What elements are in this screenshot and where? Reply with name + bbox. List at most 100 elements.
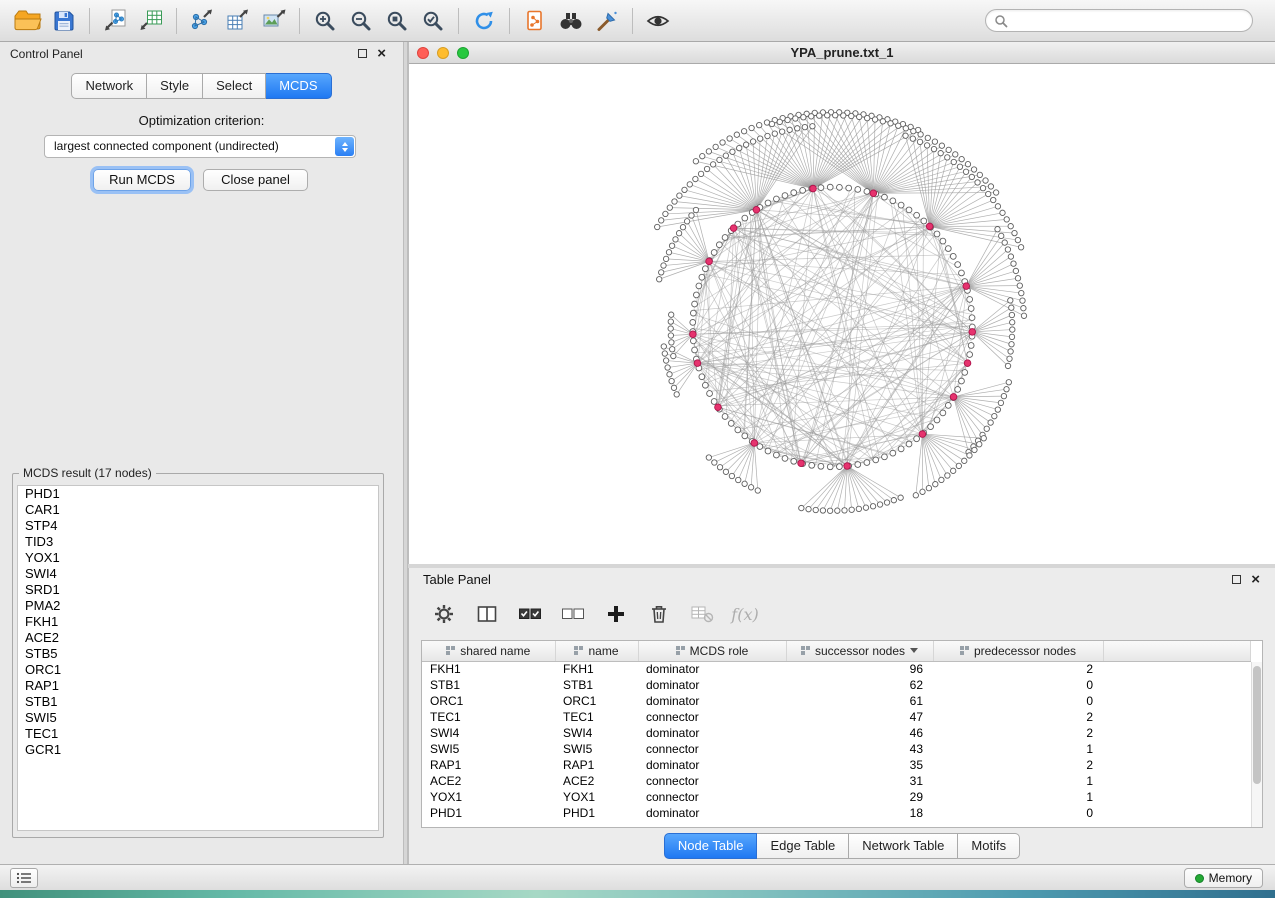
mcds-result-item[interactable]: TID3: [18, 534, 378, 550]
control-panel-header: Control Panel ×: [0, 42, 403, 66]
run-mcds-button[interactable]: Run MCDS: [93, 169, 191, 191]
checked-boxes-icon: [518, 605, 542, 623]
cell-successor-nodes: 61: [786, 693, 933, 709]
cell-filler: [1103, 789, 1251, 805]
mcds-result-item[interactable]: ORC1: [18, 662, 378, 678]
select-all-rows-button[interactable]: [517, 601, 543, 627]
mcds-result-item[interactable]: STB5: [18, 646, 378, 662]
find-button[interactable]: [553, 4, 589, 38]
zoom-selected-button[interactable]: [415, 4, 451, 38]
style-wand-button[interactable]: [589, 4, 625, 38]
cell-shared-name: YOX1: [422, 789, 555, 805]
toolbar-separator: [176, 8, 177, 34]
table-row[interactable]: RAP1RAP1dominator352: [422, 757, 1251, 773]
toolbar-separator: [509, 8, 510, 34]
column-header-mcds-role[interactable]: MCDS role: [638, 641, 786, 661]
export-network-button[interactable]: [184, 4, 220, 38]
table-scrollbar[interactable]: [1251, 662, 1262, 827]
mcds-result-list[interactable]: PHD1CAR1STP4TID3YOX1SWI4SRD1PMA2FKH1ACE2…: [17, 485, 379, 831]
cell-name: FKH1: [555, 661, 638, 677]
tab-motifs[interactable]: Motifs: [958, 833, 1020, 859]
status-bar: Memory: [0, 864, 1275, 890]
gear-icon: [433, 603, 455, 625]
columns-icon: [476, 603, 498, 625]
mcds-result-item[interactable]: TEC1: [18, 726, 378, 742]
import-network-button[interactable]: [97, 4, 133, 38]
float-panel-icon[interactable]: [1232, 575, 1241, 584]
column-header-shared-name[interactable]: shared name: [422, 641, 555, 661]
zoom-out-button[interactable]: [343, 4, 379, 38]
tab-network[interactable]: Network: [71, 73, 147, 99]
export-table-button[interactable]: [220, 4, 256, 38]
node-table[interactable]: shared namenameMCDS rolesuccessor nodesp…: [421, 640, 1263, 828]
mcds-result-item[interactable]: PHD1: [18, 486, 378, 502]
open-file-button[interactable]: [10, 4, 46, 38]
mcds-result-item[interactable]: FKH1: [18, 614, 378, 630]
task-history-button[interactable]: [10, 868, 38, 888]
add-column-button[interactable]: [603, 601, 629, 627]
memory-button[interactable]: Memory: [1184, 868, 1263, 888]
column-header-predecessor-nodes[interactable]: predecessor nodes: [933, 641, 1103, 661]
mcds-result-item[interactable]: SRD1: [18, 582, 378, 598]
tab-style[interactable]: Style: [147, 73, 203, 99]
tab-network-table[interactable]: Network Table: [849, 833, 958, 859]
table-row[interactable]: TEC1TEC1connector472: [422, 709, 1251, 725]
cell-predecessor-nodes: 2: [933, 757, 1103, 773]
mcds-result-item[interactable]: STB1: [18, 694, 378, 710]
close-panel-icon[interactable]: ×: [1251, 570, 1260, 590]
table-row[interactable]: FKH1FKH1dominator962: [422, 661, 1251, 677]
mcds-result-item[interactable]: YOX1: [18, 550, 378, 566]
float-panel-icon[interactable]: [358, 49, 367, 58]
cell-mcds-role: dominator: [638, 725, 786, 741]
optimization-criterion-select[interactable]: largest connected component (undirected): [44, 135, 356, 158]
table-row[interactable]: STB1STB1dominator620: [422, 677, 1251, 693]
cell-shared-name: STB1: [422, 677, 555, 693]
tab-edge-table[interactable]: Edge Table: [757, 833, 849, 859]
tab-mcds[interactable]: MCDS: [266, 73, 331, 99]
table-row[interactable]: ACE2ACE2connector311: [422, 773, 1251, 789]
zoom-in-button[interactable]: [307, 4, 343, 38]
close-panel-button[interactable]: Close panel: [203, 169, 308, 191]
delete-column-button[interactable]: [646, 601, 672, 627]
mcds-result-item[interactable]: GCR1: [18, 742, 378, 758]
network-from-selection-button[interactable]: [517, 4, 553, 38]
search-input[interactable]: [1008, 14, 1244, 28]
column-header-name[interactable]: name: [555, 641, 638, 661]
zoom-fit-button[interactable]: [379, 4, 415, 38]
export-image-button[interactable]: [256, 4, 292, 38]
cell-mcds-role: connector: [638, 773, 786, 789]
import-network-icon: [102, 8, 128, 33]
table-row[interactable]: YOX1YOX1connector291: [422, 789, 1251, 805]
table-row[interactable]: SWI5SWI5connector431: [422, 741, 1251, 757]
cell-filler: [1103, 709, 1251, 725]
show-columns-button[interactable]: [474, 601, 500, 627]
tab-select[interactable]: Select: [203, 73, 266, 99]
scrollbar-thumb[interactable]: [1253, 666, 1261, 784]
save-session-button[interactable]: [46, 4, 82, 38]
mcds-result-item[interactable]: PMA2: [18, 598, 378, 614]
tab-node-table[interactable]: Node Table: [664, 833, 758, 859]
mcds-result-item[interactable]: ACE2: [18, 630, 378, 646]
network-canvas[interactable]: [409, 64, 1275, 564]
show-graphics-details-button[interactable]: [640, 4, 676, 38]
column-header-successor-nodes[interactable]: successor nodes: [786, 641, 933, 661]
table-row[interactable]: ORC1ORC1dominator610: [422, 693, 1251, 709]
mcds-result-item[interactable]: RAP1: [18, 678, 378, 694]
mcds-result-item[interactable]: CAR1: [18, 502, 378, 518]
mcds-result-item[interactable]: SWI5: [18, 710, 378, 726]
mcds-result-item[interactable]: SWI4: [18, 566, 378, 582]
cell-successor-nodes: 35: [786, 757, 933, 773]
table-row[interactable]: PHD1PHD1dominator180: [422, 805, 1251, 821]
search-box[interactable]: [985, 9, 1253, 32]
table-row[interactable]: SWI4SWI4dominator462: [422, 725, 1251, 741]
table-settings-button[interactable]: [431, 601, 457, 627]
mcds-result-item[interactable]: STP4: [18, 518, 378, 534]
mcds-result-group: MCDS result (17 nodes) PHD1CAR1STP4TID3Y…: [12, 466, 384, 838]
cell-successor-nodes: 96: [786, 661, 933, 677]
refresh-view-button[interactable]: [466, 4, 502, 38]
import-table-button[interactable]: [133, 4, 169, 38]
network-graph[interactable]: [409, 64, 1275, 564]
close-panel-icon[interactable]: ×: [377, 44, 386, 64]
search-icon: [994, 14, 1008, 28]
deselect-all-rows-button[interactable]: [560, 601, 586, 627]
